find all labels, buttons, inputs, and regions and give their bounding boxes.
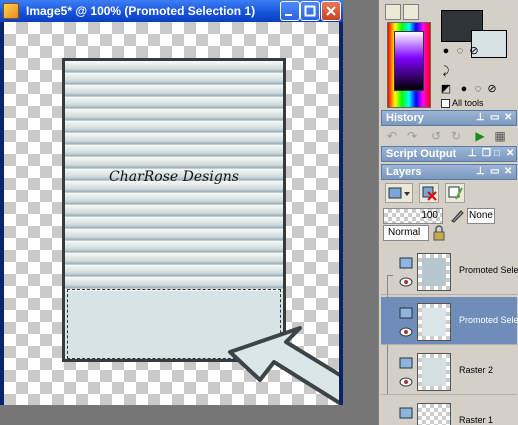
opacity-input[interactable]: 100 [383, 208, 443, 224]
layer-name: Raster 1 [459, 415, 494, 425]
layer-thumbnail [417, 253, 451, 291]
minimize-icon[interactable]: ▭ [490, 166, 499, 177]
lock-icon[interactable] [431, 225, 447, 241]
blend-mode-dropdown[interactable]: Normal [383, 225, 429, 241]
history-palette-header[interactable]: History ⊥ ▭ ✕ [381, 110, 517, 126]
layers-toolbar [381, 180, 517, 208]
gradient-style-icon[interactable]: ◌ [471, 82, 485, 96]
visibility-eye-icon[interactable] [399, 377, 413, 387]
pin-icon[interactable]: ⊥ [476, 166, 485, 177]
layer-name: Raster 2 [459, 365, 494, 375]
right-panel: ● ◌ ⊘ ⤸ ◩ ● ◌ ⊘ All tools History ⊥ ▭ ✕ … [378, 0, 518, 425]
blend-mode-row: Normal [383, 225, 517, 243]
color-style-icon[interactable]: ● [439, 44, 453, 58]
close-icon[interactable]: ✕ [506, 148, 514, 159]
layer-list: Promoted Select Promoted Select Raster 2… [381, 245, 518, 425]
redo-icon[interactable]: ↻ [447, 128, 465, 144]
bg-style-row: ◩ ● ◌ ⊘ [439, 82, 515, 98]
layer-thumbnail [417, 303, 451, 341]
layer-thumbnail-fill [422, 308, 446, 336]
watermark-text: CharRose Designs [109, 169, 239, 185]
fg-style-row: ● ◌ ⊘ [439, 44, 515, 60]
layer-name: Promoted Select [459, 315, 518, 325]
maximize-button[interactable] [300, 1, 320, 21]
layer-thumbnail-fill [422, 358, 446, 386]
app-icon [3, 3, 19, 19]
layer-thumbnail-fill [422, 408, 446, 425]
materials-tab-swatches[interactable] [403, 4, 419, 20]
layer-thumbnail [417, 403, 451, 425]
new-layer-icon [388, 187, 410, 199]
history-title: History [386, 112, 424, 124]
maximize-icon [304, 5, 316, 17]
quickscript-icon[interactable]: ▶ [471, 128, 489, 144]
all-tools-label: All tools [452, 98, 484, 108]
close-icon[interactable]: ✕ [504, 166, 512, 177]
mask-dropdown[interactable]: None [467, 208, 495, 224]
script-output-title: Script Output [386, 148, 457, 160]
close-icon [326, 6, 336, 16]
delete-layer-icon [422, 186, 437, 201]
design-card: CharRose Designs [62, 58, 286, 362]
layer-properties-button[interactable] [445, 183, 465, 203]
layer-thumbnail-fill [422, 258, 446, 286]
layer-row[interactable]: Promoted Select [381, 247, 518, 295]
texture-icon[interactable]: ◩ [439, 82, 453, 96]
close-icon[interactable]: ✕ [504, 112, 512, 123]
pin-icon[interactable]: ⊥ [476, 112, 485, 123]
delete-layer-button[interactable] [419, 183, 439, 203]
history-toolbar: ↶ ↷ ↺ ↻ ▶ ▦ [381, 126, 517, 146]
image-window: Image5* @ 100% (Promoted Selection 1) Ch… [0, 0, 343, 405]
close-button[interactable] [321, 1, 341, 21]
layer-type-icon [399, 357, 413, 369]
pin-icon[interactable]: ⊥ [468, 148, 477, 159]
visibility-eye-icon[interactable] [399, 327, 413, 337]
layer-row[interactable]: Raster 1 [381, 397, 517, 425]
swap-colors-icon[interactable]: ⤸ [439, 64, 453, 78]
window-titlebar[interactable]: Image5* @ 100% (Promoted Selection 1) [0, 0, 343, 22]
mask-icon[interactable] [449, 208, 465, 224]
visibility-eye-icon[interactable] [399, 277, 413, 287]
all-tools-checkbox[interactable]: All tools [441, 98, 484, 109]
swap-row: ⤸ [439, 64, 515, 80]
layer-properties-icon [448, 186, 463, 200]
layer-opacity-row: 100 None [383, 208, 517, 226]
minimize-button[interactable] [280, 1, 300, 21]
undo-selected-icon[interactable]: ↶ [383, 128, 401, 144]
null-style-icon[interactable]: ⊘ [467, 44, 481, 58]
layer-row[interactable]: Raster 2 [381, 347, 517, 395]
image-canvas[interactable]: CharRose Designs [4, 22, 339, 405]
materials-palette: ● ◌ ⊘ ⤸ ◩ ● ◌ ⊘ All tools [379, 0, 518, 110]
gradient-style-icon[interactable]: ◌ [453, 44, 467, 58]
script-output-palette-header[interactable]: Script Output ⊥ ❐ □ ✕ [381, 146, 517, 162]
layer-thumbnail [417, 353, 451, 391]
layer-row-selected[interactable]: Promoted Select [381, 297, 518, 345]
color-gradient-field[interactable] [394, 31, 424, 91]
layer-type-icon [399, 257, 413, 269]
color-picker[interactable] [387, 22, 431, 108]
window-title: Image5* @ 100% (Promoted Selection 1) [26, 4, 256, 18]
undo-icon[interactable]: ↺ [427, 128, 445, 144]
new-layer-button[interactable] [385, 183, 413, 203]
layer-type-icon [399, 407, 413, 419]
restore-icon[interactable]: ❐ [482, 148, 491, 159]
minimize-icon[interactable]: ▭ [490, 112, 499, 123]
layers-title: Layers [386, 166, 422, 178]
pointer-arrow-icon [228, 326, 339, 405]
null-style-icon[interactable]: ⊘ [485, 82, 499, 96]
minimize-icon [285, 14, 292, 16]
materials-tab-rainbow[interactable] [385, 4, 401, 20]
redo-selected-icon[interactable]: ↷ [403, 128, 421, 144]
clear-history-icon[interactable]: ▦ [491, 128, 509, 144]
materials-tabs [385, 2, 425, 20]
maximize-icon[interactable]: □ [494, 148, 500, 159]
layer-name: Promoted Select [459, 265, 518, 275]
layers-palette-header[interactable]: Layers ⊥ ▭ ✕ [381, 164, 517, 180]
checkbox-icon [441, 99, 450, 109]
color-style-icon[interactable]: ● [457, 82, 471, 96]
layer-type-icon [399, 307, 413, 319]
